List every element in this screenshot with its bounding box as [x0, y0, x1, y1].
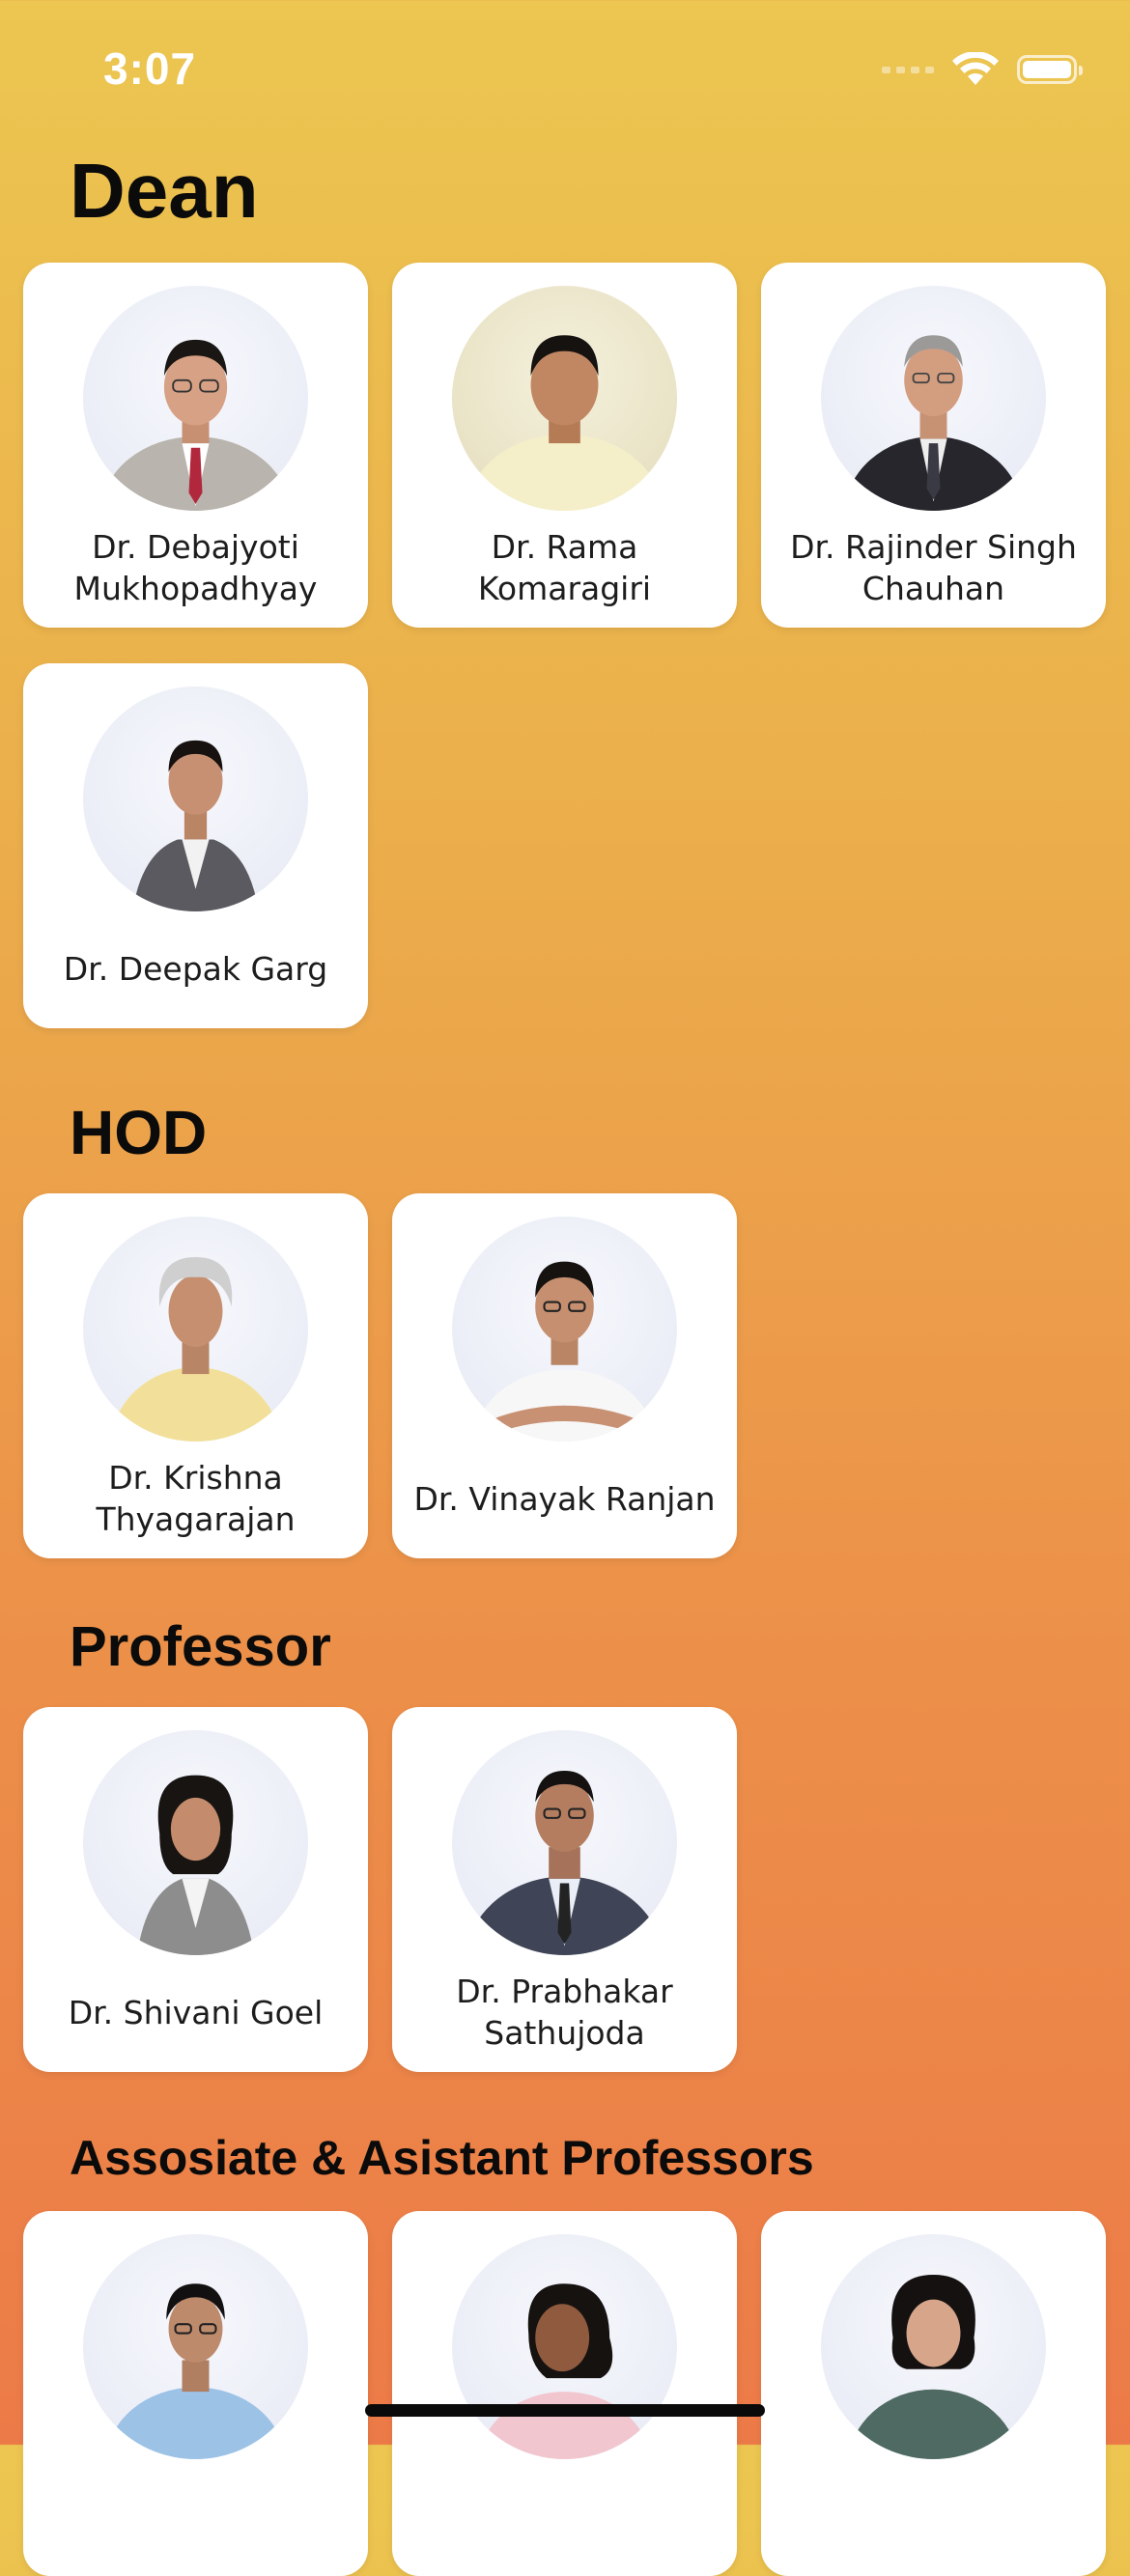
person-name: Dr. Krishna Thyagarajan	[96, 1459, 296, 1538]
person-name	[771, 2470, 1096, 2562]
profile-photo	[83, 686, 308, 911]
person-name: Dr. Rama Komaragiri	[477, 528, 652, 607]
profile-photo	[821, 2234, 1046, 2459]
person-name: Dr. Deepak Garg	[63, 949, 328, 988]
profile-photo	[83, 286, 308, 511]
profile-photo	[452, 2234, 677, 2459]
person-name: Dr. Shivani Goel	[68, 1993, 324, 2031]
profile-photo	[821, 286, 1046, 511]
person-card[interactable]	[392, 2211, 737, 2576]
profile-photo	[83, 2234, 308, 2459]
status-icons	[882, 52, 1083, 87]
person-name: Dr. Prabhakar Sathujoda	[456, 1973, 673, 2052]
section-title-hod: HOD	[70, 1098, 208, 1167]
person-name	[33, 2470, 358, 2562]
home-indicator[interactable]	[365, 2404, 765, 2417]
profile-photo	[452, 1730, 677, 1955]
status-time: 3:07	[103, 43, 197, 94]
person-card[interactable]: Dr. Shivani Goel	[23, 1707, 368, 2072]
person-card[interactable]	[23, 2211, 368, 2576]
person-name: Dr. Debajyoti Mukhopadhyay	[73, 528, 318, 607]
person-card[interactable]: Dr. Krishna Thyagarajan	[23, 1193, 368, 1558]
person-name: Dr. Vinayak Ranjan	[413, 1479, 716, 1518]
person-card[interactable]: Dr. Vinayak Ranjan	[392, 1193, 737, 1558]
profile-photo	[452, 1217, 677, 1442]
person-card[interactable]	[761, 2211, 1106, 2576]
person-card[interactable]: Dr. Prabhakar Sathujoda	[392, 1707, 737, 2072]
person-card[interactable]: Dr. Rajinder Singh Chauhan	[761, 263, 1106, 628]
section-title-associate-assistant: Assosiate & Asistant Professors	[70, 2131, 814, 2185]
profile-photo	[83, 1730, 308, 1955]
profile-photo	[452, 286, 677, 511]
person-name	[402, 2470, 727, 2562]
battery-icon	[1017, 55, 1083, 84]
person-card[interactable]: Dr. Deepak Garg	[23, 663, 368, 1028]
person-card[interactable]: Dr. Debajyoti Mukhopadhyay	[23, 263, 368, 628]
section-title-professor: Professor	[70, 1615, 331, 1678]
section-title-dean: Dean	[70, 148, 259, 234]
wifi-icon	[952, 52, 999, 85]
status-bar: 3:07	[0, 0, 1130, 135]
profile-photo	[83, 1217, 308, 1442]
person-card[interactable]: Dr. Rama Komaragiri	[392, 263, 737, 628]
cellular-signal-icon	[882, 66, 934, 73]
person-name: Dr. Rajinder Singh Chauhan	[790, 528, 1077, 607]
